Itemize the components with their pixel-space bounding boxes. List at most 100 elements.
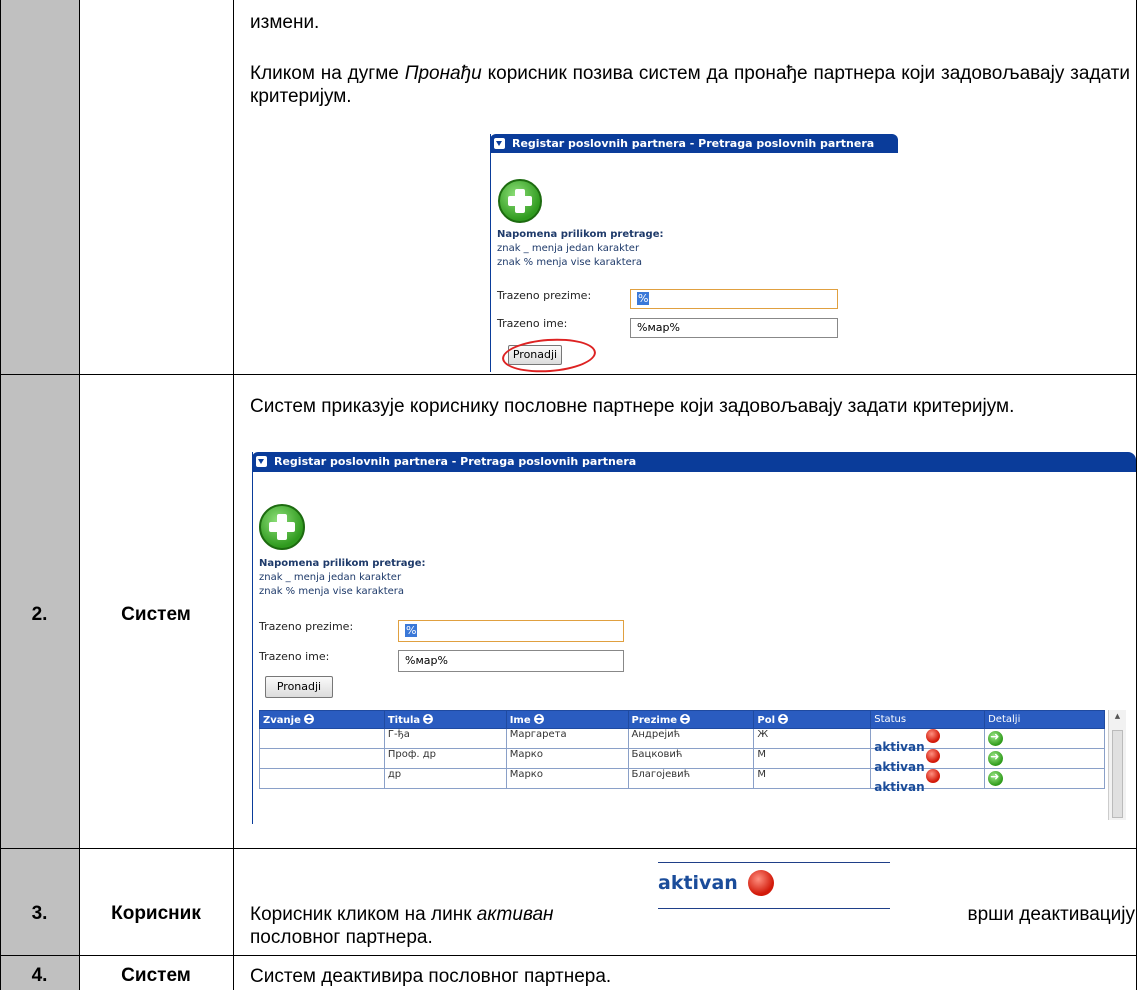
sort-icon[interactable]	[423, 713, 434, 724]
cell-zvanje	[259, 768, 385, 789]
sort-icon[interactable]	[680, 713, 691, 724]
table-border-left	[0, 0, 1, 990]
row4-text: Систем деактивира пословног партнера.	[250, 966, 612, 987]
row3-text-left: Корисник кликом на линк активан	[250, 904, 554, 925]
step-number-4: 4.	[31, 965, 48, 986]
step-number-column	[0, 0, 79, 990]
table-border-num	[79, 0, 80, 990]
scroll-thumb[interactable]	[1112, 730, 1123, 818]
name-label: Trazeno ime:	[497, 317, 568, 330]
column-header-status: Status	[870, 710, 986, 729]
cell-pol: Ж	[753, 728, 872, 749]
column-header-ime[interactable]: Ime	[505, 710, 629, 729]
surname-input[interactable]: %	[398, 620, 624, 642]
image-top-rule	[658, 862, 890, 863]
surname-label: Trazeno prezime:	[497, 289, 592, 302]
collapse-icon[interactable]	[494, 138, 505, 149]
collapse-icon[interactable]	[256, 456, 267, 467]
results-header-row: Zvanje Titula Ime Prezime Pol Status Det…	[259, 710, 1105, 729]
row-divider-1	[0, 374, 1137, 375]
row2-text: Систем приказује кориснику пословне парт…	[250, 396, 1015, 417]
row3-text-line2: пословног партнера.	[250, 927, 433, 948]
cell-titula: др	[383, 768, 507, 789]
cell-prezime: Андрејић	[627, 728, 755, 749]
cell-status: aktivan	[870, 728, 986, 754]
cell-details	[984, 748, 1105, 769]
surname-label: Trazeno prezime:	[259, 620, 354, 633]
sort-icon[interactable]	[303, 713, 314, 724]
screenshot-frame-left	[490, 134, 491, 372]
table-border-actor	[233, 0, 234, 990]
table-row: Г-ђа Маргарета Андрејић Ж aktivan	[259, 728, 1105, 754]
column-header-titula[interactable]: Titula	[383, 710, 507, 729]
column-header-prezime[interactable]: Prezime	[627, 710, 755, 729]
red-status-icon[interactable]	[925, 749, 940, 763]
details-arrow-icon[interactable]	[988, 750, 1004, 766]
search-results-screenshot: Registar poslovnih partnera - Pretraga p…	[252, 452, 1136, 848]
find-button-highlight	[500, 335, 598, 376]
search-note-2: znak % menja vise karaktera	[259, 586, 405, 597]
details-arrow-icon[interactable]	[988, 730, 1004, 746]
scroll-up-arrow-icon[interactable]: ▲	[1109, 712, 1126, 720]
row3-text-right: врши деактивацију	[967, 904, 1135, 925]
search-note-1: znak _ menja jedan karakter	[497, 243, 640, 254]
cell-details	[984, 768, 1105, 789]
actor-2: Систем	[121, 604, 191, 625]
column-header-detalji: Detalji	[984, 710, 1105, 729]
search-note-heading: Napomena prilikom pretrage:	[497, 229, 664, 240]
actor-4: Систем	[121, 965, 191, 986]
search-note-heading: Napomena prilikom pretrage:	[259, 558, 426, 569]
red-status-icon	[748, 870, 774, 896]
cell-ime: Маргарета	[505, 728, 629, 749]
add-partner-icon[interactable]	[498, 179, 542, 223]
name-input[interactable]: %мар%	[398, 650, 624, 672]
status-link[interactable]: aktivan	[874, 760, 924, 774]
table-row: Проф. др Марко Бацковић М aktivan	[259, 748, 1105, 774]
column-header-zvanje[interactable]: Zvanje	[259, 710, 385, 729]
active-link-label: aktivan	[658, 872, 738, 894]
row-divider-3	[0, 955, 1137, 956]
find-button[interactable]: Pronadji	[265, 676, 333, 698]
active-link-image: aktivan	[638, 862, 890, 910]
cell-details	[984, 728, 1105, 749]
name-label: Trazeno ime:	[259, 650, 330, 663]
add-partner-icon[interactable]	[259, 504, 305, 550]
search-note-1: znak _ menja jedan karakter	[259, 572, 402, 583]
cell-titula: Проф. др	[383, 748, 507, 769]
image-bottom-rule	[658, 908, 890, 909]
column-header-pol[interactable]: Pol	[753, 710, 872, 729]
status-link[interactable]: aktivan	[874, 740, 924, 754]
cell-ime: Марко	[505, 748, 629, 769]
cell-pol: М	[753, 768, 872, 789]
screenshot-frame-left	[252, 452, 253, 824]
table-row: др Марко Благојевић М aktivan	[259, 768, 1105, 794]
red-status-icon[interactable]	[925, 729, 940, 743]
step-number-2: 2.	[31, 604, 48, 625]
search-form-screenshot-small: Registar poslovnih partnera - Pretraga p…	[490, 134, 900, 376]
results-scrollbar[interactable]: ▲	[1108, 710, 1126, 820]
cell-titula: Г-ђа	[383, 728, 507, 749]
results-table: Zvanje Titula Ime Prezime Pol Status Det…	[259, 710, 1105, 794]
status-link[interactable]: aktivan	[874, 780, 924, 794]
row-divider-2	[0, 848, 1137, 849]
name-input[interactable]: %мар%	[630, 318, 838, 338]
active-link-reference: активан	[476, 904, 554, 925]
form-title-bar: Registar poslovnih partnera - Pretraga p…	[252, 452, 1136, 472]
sort-icon[interactable]	[778, 713, 789, 724]
cell-pol: М	[753, 748, 872, 769]
find-button-reference: Пронађи	[404, 63, 482, 84]
step-number-3: 3.	[31, 903, 48, 924]
cell-prezime: Бацковић	[627, 748, 755, 769]
row1-line-continuation: измени.	[250, 12, 320, 33]
search-note-2: znak % menja vise karaktera	[497, 257, 643, 268]
details-arrow-icon[interactable]	[988, 770, 1004, 786]
cell-prezime: Благојевић	[627, 768, 755, 789]
cell-zvanje	[259, 748, 385, 769]
form-title-bar: Registar poslovnih partnera - Pretraga p…	[490, 134, 898, 153]
surname-input[interactable]: %	[630, 289, 838, 309]
red-status-icon[interactable]	[925, 769, 940, 783]
actor-3: Корисник	[111, 903, 201, 924]
sort-icon[interactable]	[533, 713, 544, 724]
cell-zvanje	[259, 728, 385, 749]
cell-ime: Марко	[505, 768, 629, 789]
